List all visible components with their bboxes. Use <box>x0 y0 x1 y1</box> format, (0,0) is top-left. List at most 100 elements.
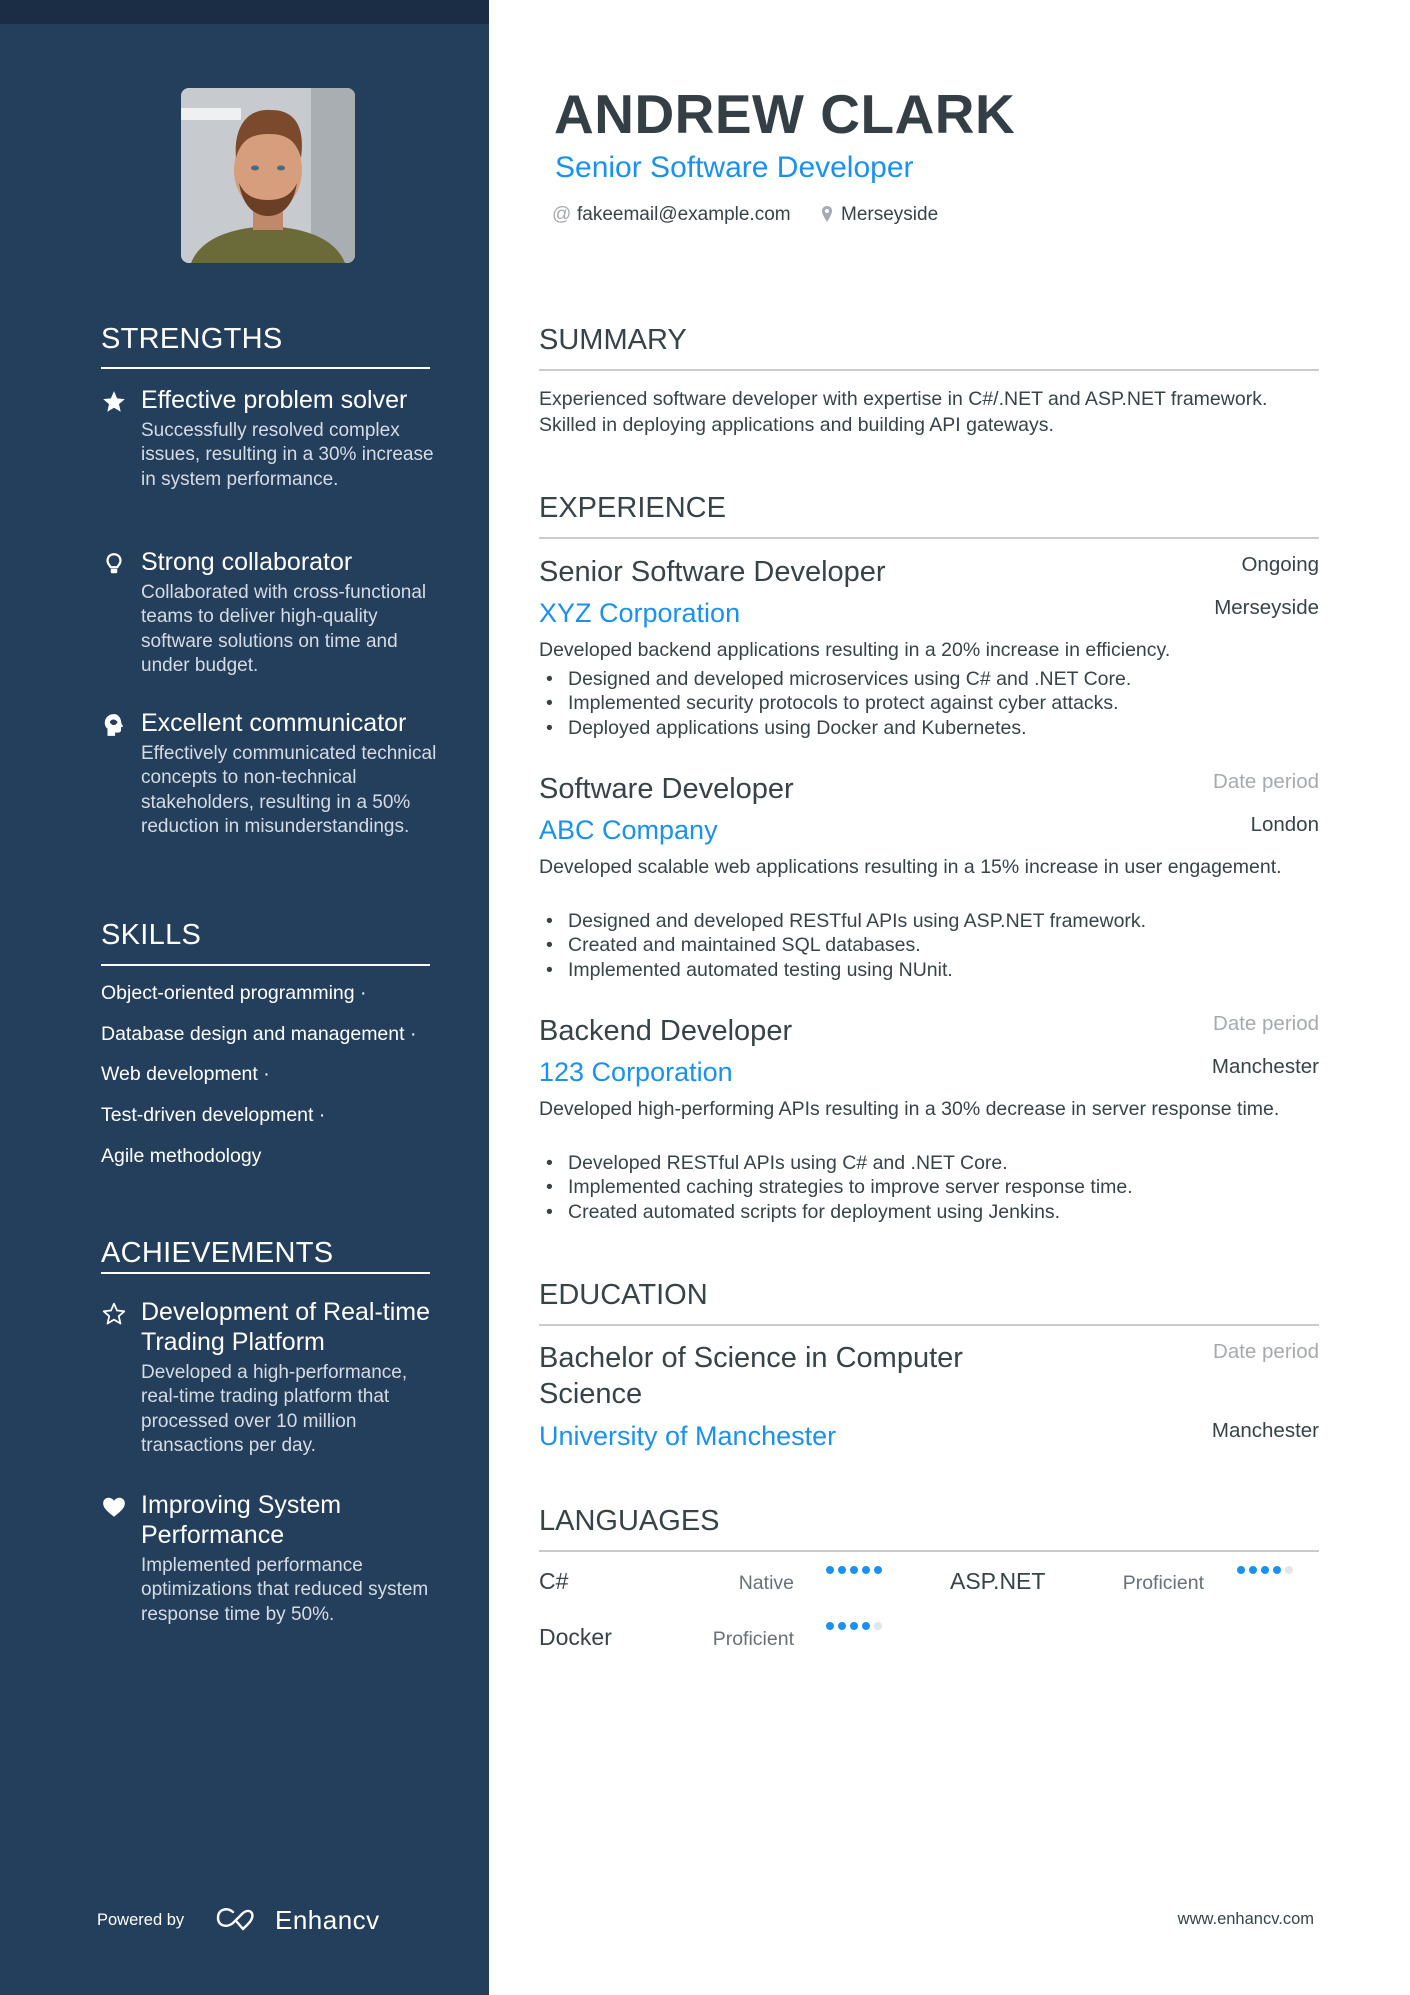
rating-dot-filled <box>850 1622 858 1630</box>
strength-item: Effective problem solver Successfully re… <box>101 385 441 492</box>
job-date: Date period <box>1213 770 1319 793</box>
education-heading: EDUCATION <box>539 1279 708 1311</box>
job-bullet: Designed and developed RESTful APIs usin… <box>539 909 1299 934</box>
experience-heading: EXPERIENCE <box>539 492 726 524</box>
rating-dot-empty <box>874 1622 882 1630</box>
strength-description: Effectively communicated technical conce… <box>141 743 437 838</box>
powered-by-label: Powered by <box>97 1911 185 1929</box>
rating-dot-filled <box>838 1622 846 1630</box>
language-name: C# <box>539 1568 569 1594</box>
rating-dot-filled <box>1249 1566 1257 1574</box>
language-level: Native <box>738 1572 794 1594</box>
rating-dot-filled <box>862 1622 870 1630</box>
rating-dot-filled <box>1261 1566 1269 1574</box>
job-role: Senior Software Developer <box>539 556 886 588</box>
skill-item: Web development · <box>101 1063 270 1085</box>
rating-dot-filled <box>826 1566 834 1574</box>
strength-description: Collaborated with cross-functional teams… <box>141 582 427 677</box>
location-text: Merseyside <box>841 204 939 225</box>
skills-divider <box>101 964 430 966</box>
rating-dot-empty <box>1285 1566 1293 1574</box>
email-link[interactable]: fakeemail@example.com <box>577 202 791 228</box>
job-role: Software Developer <box>539 773 794 805</box>
summary-text: Experienced software developer with expe… <box>539 388 1268 436</box>
job-bullet: Designed and developed microservices usi… <box>539 667 1299 692</box>
achievement-item: Development of Real-time Trading Platfor… <box>101 1297 441 1459</box>
rating-dot-filled <box>1237 1566 1245 1574</box>
strength-item: Strong collaborator Collaborated with cr… <box>101 547 441 679</box>
job-bullets: Developed RESTful APIs using C# and .NET… <box>539 1151 1299 1225</box>
job-date: Date period <box>1213 1012 1319 1035</box>
job-company[interactable]: XYZ Corporation <box>539 597 740 629</box>
achievement-item: Improving System Performance Implemented… <box>101 1490 441 1627</box>
skill-item: Object-oriented programming · <box>101 982 367 1004</box>
profile-photo <box>181 88 355 263</box>
languages-heading: LANGUAGES <box>539 1505 720 1537</box>
star-outline-icon <box>101 1301 127 1327</box>
achievements-divider <box>101 1272 430 1274</box>
language-level: Proficient <box>712 1628 794 1650</box>
job-location: Merseyside <box>1214 596 1319 619</box>
job-bullets: Designed and developed microservices usi… <box>539 667 1299 741</box>
star-filled-icon <box>101 389 127 415</box>
website-link[interactable]: www.enhancv.com <box>1178 1910 1314 1929</box>
lightbulb-icon <box>101 551 127 577</box>
job-company[interactable]: 123 Corporation <box>539 1056 733 1088</box>
job-company[interactable]: ABC Company <box>539 814 718 846</box>
summary-heading: SUMMARY <box>539 324 687 356</box>
job-bullet: Implemented security protocols to protec… <box>539 691 1299 716</box>
avatar <box>181 88 355 263</box>
job-description: Developed high-performing APIs resulting… <box>539 1098 1280 1120</box>
education-school[interactable]: University of Manchester <box>539 1420 836 1452</box>
job-description: Developed scalable web applications resu… <box>539 856 1282 878</box>
job-bullet: Created automated scripts for deployment… <box>539 1200 1299 1225</box>
language-rating <box>1237 1566 1293 1576</box>
job-bullets: Designed and developed RESTful APIs usin… <box>539 909 1299 983</box>
strengths-heading: STRENGTHS <box>101 323 283 355</box>
education-date: Date period <box>1213 1340 1319 1363</box>
summary-divider <box>539 369 1319 371</box>
strength-item: Excellent communicator Effectively commu… <box>101 708 441 840</box>
candidate-name: ANDREW CLARK <box>554 83 1016 145</box>
skill-item: Agile methodology <box>101 1145 262 1167</box>
skills-heading: SKILLS <box>101 919 202 951</box>
map-pin-icon <box>821 205 833 231</box>
job-bullet: Developed RESTful APIs using C# and .NET… <box>539 1151 1299 1176</box>
achievement-title: Improving System Performance <box>141 1491 342 1549</box>
language-name: Docker <box>539 1624 612 1650</box>
achievement-title: Development of Real-time Trading Platfor… <box>141 1298 431 1356</box>
skill-item: Database design and management · <box>101 1023 417 1045</box>
rating-dot-filled <box>862 1566 870 1574</box>
job-description: Developed backend applications resulting… <box>539 639 1171 661</box>
language-level: Proficient <box>1122 1572 1204 1594</box>
job-bullet: Created and maintained SQL databases. <box>539 933 1299 958</box>
job-bullet: Implemented automated testing using NUni… <box>539 958 1299 983</box>
heart-icon <box>101 1494 127 1520</box>
strength-title: Excellent communicator <box>141 709 407 737</box>
language-name: ASP.NET <box>950 1568 1046 1594</box>
head-brain-icon <box>101 712 127 738</box>
candidate-title: Senior Software Developer <box>555 151 914 184</box>
at-sign-icon: @ <box>552 204 572 225</box>
achievement-description: Implemented performance optimizations th… <box>141 1555 429 1625</box>
achievements-heading: ACHIEVEMENTS <box>101 1237 334 1269</box>
languages-divider <box>539 1550 1319 1552</box>
job-location: Manchester <box>1211 1055 1319 1078</box>
strength-description: Successfully resolved complex issues, re… <box>141 420 434 490</box>
strength-title: Strong collaborator <box>141 548 353 576</box>
job-role: Backend Developer <box>539 1015 793 1047</box>
education-divider <box>539 1324 1319 1326</box>
language-rating <box>826 1566 882 1576</box>
education-location: Manchester <box>1211 1419 1319 1442</box>
achievement-description: Developed a high-performance, real-time … <box>141 1362 408 1457</box>
rating-dot-filled <box>826 1622 834 1630</box>
enhancv-brand[interactable]: Enhancv <box>275 1904 380 1936</box>
rating-dot-filled <box>874 1566 882 1574</box>
job-bullet: Deployed applications using Docker and K… <box>539 716 1299 741</box>
strengths-divider <box>101 367 430 369</box>
experience-divider <box>539 537 1319 539</box>
strength-title: Effective problem solver <box>141 386 408 414</box>
skill-item: Test-driven development · <box>101 1104 326 1126</box>
sidebar-top-bar <box>0 0 489 24</box>
rating-dot-filled <box>850 1566 858 1574</box>
